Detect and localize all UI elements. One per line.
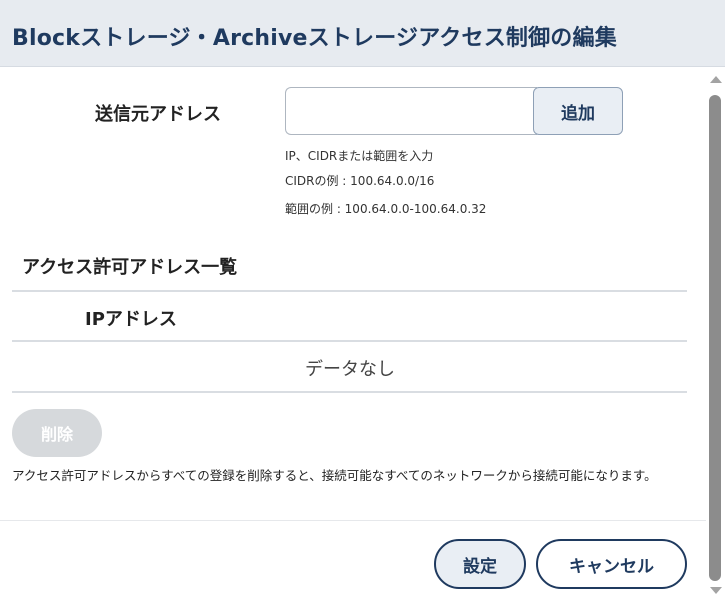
- input-hint: IP、CIDRまたは範囲を入力: [285, 149, 434, 163]
- set-button[interactable]: 設定: [434, 539, 526, 589]
- dialog-body: 送信元アドレス 追加 IP、CIDRまたは範囲を入力 CIDRの例 : 100.…: [0, 67, 706, 600]
- dialog-title: Blockストレージ・Archiveストレージアクセス制御の編集: [12, 26, 617, 51]
- empty-table-message: データなし: [305, 359, 395, 380]
- table-top-divider: [12, 290, 687, 292]
- source-address-label: 送信元アドレス: [95, 104, 221, 125]
- table-bottom-divider: [12, 391, 687, 393]
- dialog-header: Blockストレージ・Archiveストレージアクセス制御の編集: [0, 0, 725, 67]
- allow-list-heading: アクセス許可アドレス一覧: [22, 257, 238, 278]
- add-button[interactable]: 追加: [533, 87, 623, 135]
- cidr-example-hint: CIDRの例 : 100.64.0.0/16: [285, 174, 435, 188]
- vertical-scrollbar[interactable]: [706, 67, 725, 600]
- delete-warning-text: アクセス許可アドレスからすべての登録を削除すると、接続可能なすべてのネットワーク…: [12, 468, 657, 483]
- scroll-up-arrow-icon[interactable]: [710, 76, 722, 83]
- delete-button[interactable]: 削除: [12, 409, 102, 457]
- ip-address-column-header: IPアドレス: [85, 309, 177, 330]
- access-control-dialog: Blockストレージ・Archiveストレージアクセス制御の編集 送信元アドレス…: [0, 0, 725, 600]
- scroll-down-arrow-icon[interactable]: [710, 587, 722, 594]
- source-address-input[interactable]: [285, 87, 537, 135]
- range-example-hint: 範囲の例 : 100.64.0.0-100.64.0.32: [285, 202, 487, 216]
- scrollbar-thumb[interactable]: [709, 95, 721, 581]
- table-header-divider: [12, 340, 687, 342]
- footer-divider: [0, 520, 706, 521]
- cancel-button[interactable]: キャンセル: [536, 539, 687, 589]
